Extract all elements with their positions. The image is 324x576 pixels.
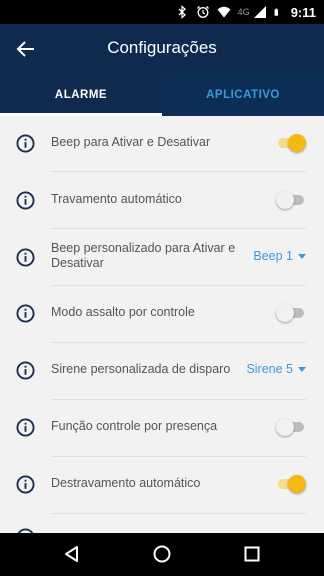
info-icon[interactable] — [16, 475, 35, 494]
network-type-label: 4G — [237, 7, 250, 17]
toggle-switch[interactable] — [276, 133, 306, 153]
setting-row-modo-assalto: Modo assalto por controle — [0, 286, 324, 343]
setting-label: Travamento automático — [51, 192, 182, 206]
clock-time: 9:11 — [290, 4, 316, 20]
status-bar: 4G 9:11 — [0, 0, 324, 24]
toggle-switch[interactable] — [276, 190, 306, 210]
info-icon[interactable] — [16, 418, 35, 437]
dropdown-value: Beep 1 — [253, 249, 293, 263]
setting-row-partial — [0, 514, 324, 533]
setting-row-destravamento: Destravamento automático — [0, 457, 324, 514]
info-icon[interactable] — [16, 248, 35, 267]
app-header: Configurações — [0, 24, 324, 74]
home-circle-icon[interactable] — [152, 544, 172, 564]
setting-row-beep-ativar: Beep para Ativar e Desativar — [0, 116, 324, 172]
bluetooth-icon — [178, 5, 186, 19]
settings-list: Beep para Ativar e Desativar Travamento … — [0, 116, 324, 533]
alarm-clock-icon — [196, 6, 209, 18]
tab-aplicativo[interactable]: APLICATIVO — [162, 74, 324, 116]
sirene-dropdown[interactable]: Sirene 5 — [246, 362, 306, 376]
page-title: Configurações — [107, 38, 217, 57]
battery-icon — [274, 8, 278, 16]
toggle-switch[interactable] — [276, 417, 306, 437]
setting-label: Modo assalto por controle — [51, 305, 195, 319]
tab-alarme[interactable]: ALARME — [0, 74, 162, 116]
setting-row-travamento: Travamento automático — [0, 172, 324, 229]
back-triangle-icon[interactable] — [62, 544, 82, 564]
info-icon[interactable] — [16, 134, 35, 153]
dropdown-value: Sirene 5 — [246, 362, 293, 376]
setting-label: Beep personalizado para Ativar e Desativ… — [51, 241, 236, 270]
setting-label: Sirene personalizada de disparo — [51, 362, 231, 376]
setting-row-beep-personalizado: Beep personalizado para Ativar e Desativ… — [0, 229, 324, 286]
setting-row-controle-presenca: Função controle por presença — [0, 400, 324, 457]
system-nav-bar — [0, 533, 324, 576]
toggle-switch[interactable] — [276, 474, 306, 494]
caret-down-icon — [298, 366, 306, 372]
toggle-switch[interactable] — [276, 303, 306, 323]
info-icon[interactable] — [16, 304, 35, 323]
cell-signal-icon — [253, 6, 266, 18]
caret-down-icon — [298, 253, 306, 259]
setting-label: Função controle por presença — [51, 419, 218, 433]
setting-label: Destravamento automático — [51, 476, 201, 490]
recents-square-icon[interactable] — [242, 544, 262, 564]
setting-row-sirene: Sirene personalizada de disparo Sirene 5 — [0, 343, 324, 400]
info-icon[interactable] — [16, 191, 35, 210]
wifi-icon — [217, 6, 231, 18]
beep-dropdown[interactable]: Beep 1 — [253, 249, 306, 263]
info-icon[interactable] — [16, 361, 35, 380]
setting-label: Beep para Ativar e Desativar — [51, 135, 211, 149]
app-screen: 4G 9:11 Configurações ALARME APLICATIVO … — [0, 0, 324, 576]
tab-bar: ALARME APLICATIVO — [0, 74, 324, 116]
